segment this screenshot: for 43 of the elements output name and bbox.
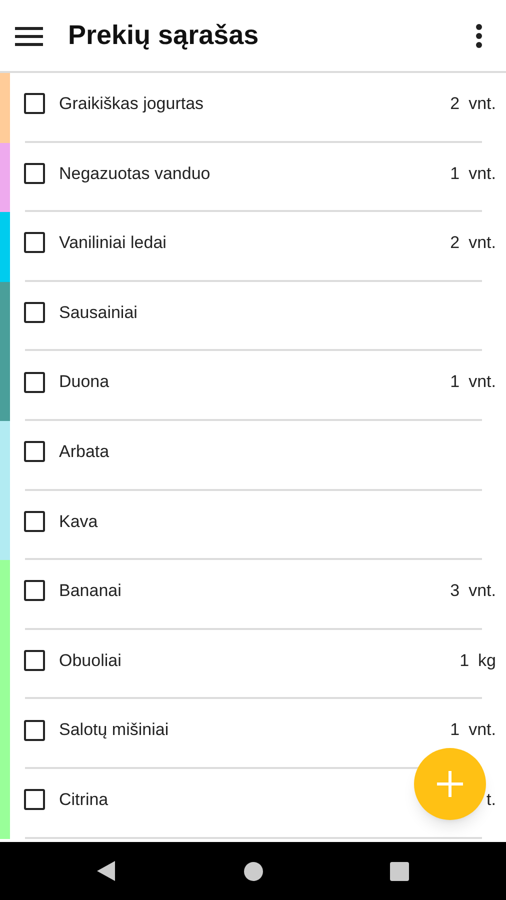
- item-name: Negazuotas vanduo: [59, 162, 210, 185]
- item-name: Bananai: [59, 580, 122, 602]
- item-quantity: 1: [460, 650, 470, 672]
- item-unit: vnt.: [468, 93, 496, 116]
- item-unit: t.: [486, 788, 496, 811]
- checkbox[interactable]: [24, 441, 45, 462]
- plus-icon: [437, 771, 463, 797]
- checkbox[interactable]: [24, 789, 45, 810]
- item-name: Vaniliniai ledai: [59, 232, 166, 254]
- item-quantity: 1: [450, 719, 460, 742]
- item-unit: vnt.: [468, 232, 496, 254]
- checkbox[interactable]: [24, 302, 45, 324]
- checkbox[interactable]: [24, 650, 45, 672]
- back-icon[interactable]: [97, 861, 115, 881]
- item-quantity: 2: [450, 232, 460, 254]
- item-name: Kava: [59, 510, 98, 533]
- item-name: Obuoliai: [59, 650, 122, 672]
- item-unit: vnt.: [468, 580, 496, 602]
- checkbox[interactable]: [24, 372, 45, 393]
- checkbox[interactable]: [24, 93, 45, 114]
- menu-icon[interactable]: [15, 26, 43, 46]
- app-title: Prekių sąrašas: [68, 19, 259, 52]
- item-quantity: 2: [450, 93, 460, 116]
- item-name: Sausainiai: [59, 302, 138, 324]
- more-options-icon[interactable]: [475, 22, 483, 48]
- item-unit: kg: [478, 650, 496, 672]
- item-unit: vnt.: [468, 162, 496, 185]
- item-name: Duona: [59, 371, 110, 394]
- item-unit: vnt.: [468, 371, 496, 394]
- item-name: Salotų mišiniai: [59, 719, 169, 742]
- item-name: Graikiškas jogurtas: [59, 93, 204, 116]
- item-unit: vnt.: [468, 719, 496, 742]
- item-quantity: 1: [450, 162, 460, 185]
- item-quantity: 1: [450, 371, 460, 394]
- item-name: Citrina: [59, 788, 108, 811]
- checkbox[interactable]: [24, 162, 45, 184]
- checkbox[interactable]: [24, 232, 45, 254]
- checkbox[interactable]: [24, 510, 45, 532]
- item-name: Arbata: [59, 441, 110, 464]
- checkbox[interactable]: [24, 580, 45, 602]
- checkbox[interactable]: [24, 720, 45, 741]
- item-quantity: 3: [450, 580, 460, 602]
- home-icon[interactable]: [244, 862, 263, 881]
